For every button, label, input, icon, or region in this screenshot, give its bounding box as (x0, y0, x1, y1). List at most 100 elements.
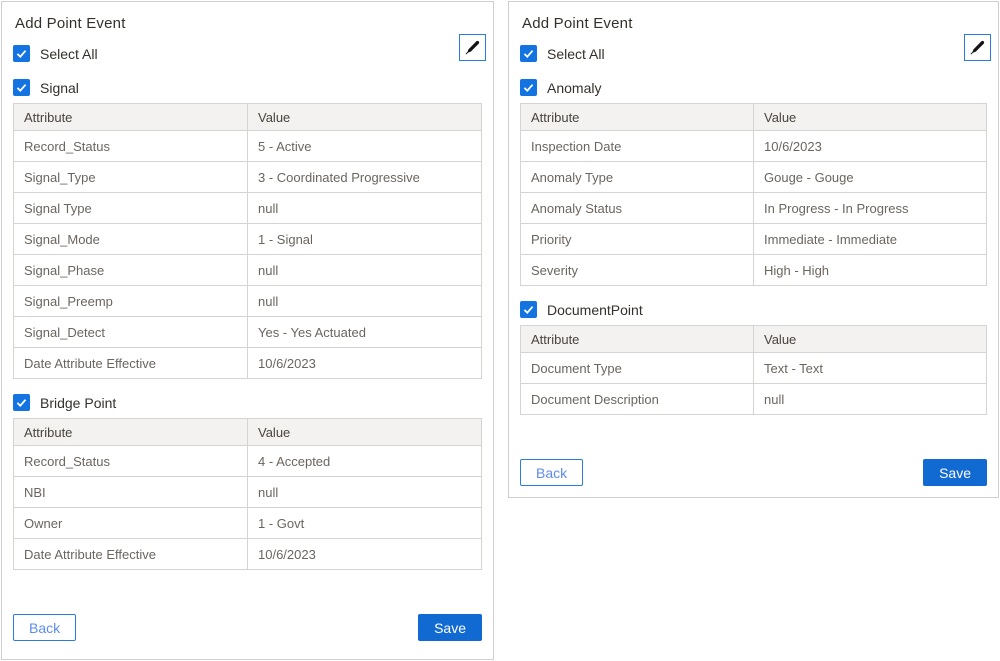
table-cell: Anomaly Status (521, 193, 754, 224)
table-cell: Text - Text (754, 353, 987, 384)
save-button[interactable]: Save (418, 614, 482, 641)
table-cell: NBI (14, 477, 248, 508)
attribute-column-header: Attribute (14, 419, 248, 446)
value-column-header: Value (248, 104, 482, 131)
table-cell: 5 - Active (248, 131, 482, 162)
select-all-checkbox[interactable] (13, 45, 30, 62)
check-icon (522, 47, 535, 60)
table-cell: In Progress - In Progress (754, 193, 987, 224)
table-cell: 10/6/2023 (248, 539, 482, 570)
table-row: SeverityHigh - High (521, 255, 987, 286)
table-cell: Signal Type (14, 193, 248, 224)
table-header-row: Attribute Value (14, 419, 482, 446)
add-point-event-panel-right: Add Point Event Select All Anomaly (508, 1, 999, 498)
attribute-column-header: Attribute (521, 326, 754, 353)
panel-content: Add Point Event Select All Anomaly (509, 2, 998, 497)
table-row: Record_Status5 - Active (14, 131, 482, 162)
eyedropper-icon (464, 39, 481, 56)
bridge-point-attribute-table: Attribute Value Record_Status4 - Accepte… (13, 418, 482, 570)
table-row: Document Descriptionnull (521, 384, 987, 415)
table-cell: Inspection Date (521, 131, 754, 162)
table-header-row: Attribute Value (521, 326, 987, 353)
table-cell: Record_Status (14, 131, 248, 162)
section-row-anomaly: Anomaly (520, 79, 987, 96)
footer-buttons: Back Save (520, 459, 987, 486)
table-cell: Record_Status (14, 446, 248, 477)
table-row: Signal Typenull (14, 193, 482, 224)
table-cell: Signal_Preemp (14, 286, 248, 317)
attribute-column-header: Attribute (521, 104, 754, 131)
section-row-bridge-point: Bridge Point (13, 394, 482, 411)
value-column-header: Value (754, 326, 987, 353)
back-button[interactable]: Back (520, 459, 583, 486)
table-cell: null (248, 477, 482, 508)
table-cell: null (754, 384, 987, 415)
table-cell: High - High (754, 255, 987, 286)
eyedropper-icon (969, 39, 986, 56)
check-icon (522, 303, 535, 316)
anomaly-checkbox[interactable] (520, 79, 537, 96)
table-cell: Signal_Detect (14, 317, 248, 348)
section-label-anomaly: Anomaly (547, 80, 601, 96)
table-cell: Gouge - Gouge (754, 162, 987, 193)
table-row: Anomaly TypeGouge - Gouge (521, 162, 987, 193)
table-row: Document TypeText - Text (521, 353, 987, 384)
table-cell: Date Attribute Effective (14, 348, 248, 379)
table-header-row: Attribute Value (14, 104, 482, 131)
section-row-document-point: DocumentPoint (520, 301, 987, 318)
attribute-column-header: Attribute (14, 104, 248, 131)
table-row: Signal_Preempnull (14, 286, 482, 317)
table-row: Inspection Date10/6/2023 (521, 131, 987, 162)
table-cell: 10/6/2023 (248, 348, 482, 379)
table-cell: null (248, 286, 482, 317)
table-cell: Immediate - Immediate (754, 224, 987, 255)
page-title: Add Point Event (522, 15, 987, 32)
table-row: Signal_DetectYes - Yes Actuated (14, 317, 482, 348)
add-point-event-panel-left: Add Point Event Select All Signal (1, 1, 494, 660)
value-column-header: Value (248, 419, 482, 446)
table-row: Signal_Mode1 - Signal (14, 224, 482, 255)
table-cell: 4 - Accepted (248, 446, 482, 477)
select-all-label: Select All (40, 46, 98, 62)
table-row: Anomaly StatusIn Progress - In Progress (521, 193, 987, 224)
select-all-row: Select All (13, 45, 482, 62)
table-cell: Severity (521, 255, 754, 286)
section-row-signal: Signal (13, 79, 482, 96)
signal-checkbox[interactable] (13, 79, 30, 96)
check-icon (15, 47, 28, 60)
page-title: Add Point Event (15, 15, 482, 32)
document-point-checkbox[interactable] (520, 301, 537, 318)
save-button[interactable]: Save (923, 459, 987, 486)
table-header-row: Attribute Value (521, 104, 987, 131)
value-column-header: Value (754, 104, 987, 131)
section-label-document-point: DocumentPoint (547, 302, 643, 318)
table-cell: 1 - Govt (248, 508, 482, 539)
table-row: Date Attribute Effective10/6/2023 (14, 539, 482, 570)
table-row: PriorityImmediate - Immediate (521, 224, 987, 255)
section-label-signal: Signal (40, 80, 79, 96)
table-cell: Priority (521, 224, 754, 255)
table-row: Record_Status4 - Accepted (14, 446, 482, 477)
table-cell: Yes - Yes Actuated (248, 317, 482, 348)
table-row: Signal_Phasenull (14, 255, 482, 286)
select-all-checkbox[interactable] (520, 45, 537, 62)
eyedropper-tool-button[interactable] (964, 34, 991, 61)
section-label-bridge-point: Bridge Point (40, 395, 116, 411)
table-cell: Document Type (521, 353, 754, 384)
eyedropper-tool-button[interactable] (459, 34, 486, 61)
select-all-label: Select All (547, 46, 605, 62)
select-all-row: Select All (520, 45, 987, 62)
table-cell: 10/6/2023 (754, 131, 987, 162)
back-button[interactable]: Back (13, 614, 76, 641)
table-row: Owner1 - Govt (14, 508, 482, 539)
check-icon (15, 81, 28, 94)
table-cell: Anomaly Type (521, 162, 754, 193)
table-cell: 1 - Signal (248, 224, 482, 255)
bridge-point-checkbox[interactable] (13, 394, 30, 411)
footer-buttons: Back Save (13, 614, 482, 641)
signal-attribute-table: Attribute Value Record_Status5 - ActiveS… (13, 103, 482, 379)
table-cell: Owner (14, 508, 248, 539)
table-cell: Date Attribute Effective (14, 539, 248, 570)
table-cell: Signal_Mode (14, 224, 248, 255)
table-row: Date Attribute Effective10/6/2023 (14, 348, 482, 379)
